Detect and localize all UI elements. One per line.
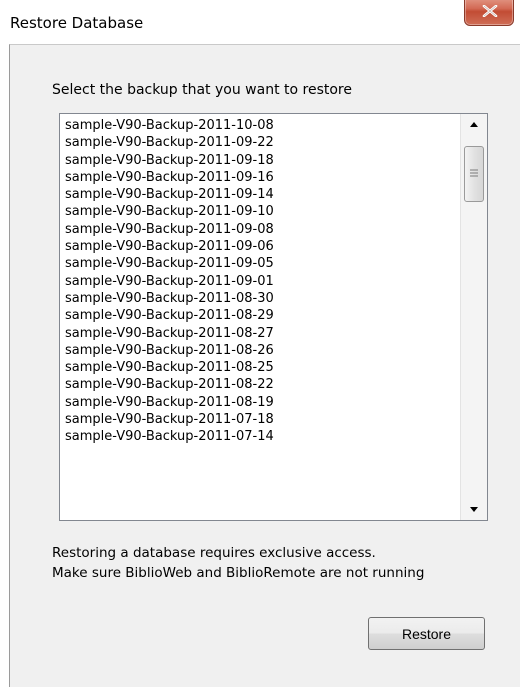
grip-icon — [470, 169, 478, 177]
restore-button[interactable]: Restore — [368, 617, 485, 650]
close-button[interactable] — [464, 0, 514, 26]
backup-list-item[interactable]: sample-V90-Backup-2011-09-14 — [65, 186, 460, 203]
scroll-down-button[interactable] — [461, 500, 487, 520]
scroll-up-button[interactable] — [461, 114, 487, 134]
select-backup-label: Select the backup that you want to resto… — [52, 82, 352, 98]
notice-line-2: Make sure BiblioWeb and BiblioRemote are… — [52, 565, 425, 581]
close-icon — [482, 5, 498, 17]
backup-list-item[interactable]: sample-V90-Backup-2011-08-26 — [65, 342, 460, 359]
arrow-up-icon — [470, 122, 478, 127]
arrow-down-icon — [470, 507, 478, 512]
title-bar[interactable]: Restore Database — [0, 0, 520, 44]
backup-list-items: sample-V90-Backup-2011-10-08 sample-V90-B… — [65, 117, 460, 446]
backup-list-item[interactable]: sample-V90-Backup-2011-10-08 — [65, 117, 460, 134]
backup-list-item[interactable]: sample-V90-Backup-2011-09-06 — [65, 238, 460, 255]
backup-list-item[interactable]: sample-V90-Backup-2011-08-25 — [65, 359, 460, 376]
restore-database-window: Restore Database Select the backup that … — [0, 0, 520, 687]
backup-list-item[interactable]: sample-V90-Backup-2011-08-29 — [65, 307, 460, 324]
list-scrollbar[interactable] — [460, 114, 487, 520]
backup-list-item[interactable]: sample-V90-Backup-2011-07-14 — [65, 428, 460, 445]
backup-list-item[interactable]: sample-V90-Backup-2011-08-22 — [65, 376, 460, 393]
exclusive-access-notice: Restoring a database requires exclusive … — [52, 543, 424, 583]
backup-list-item[interactable]: sample-V90-Backup-2011-09-16 — [65, 169, 460, 186]
backup-list-item[interactable]: sample-V90-Backup-2011-09-22 — [65, 134, 460, 151]
backup-list-item[interactable]: sample-V90-Backup-2011-09-05 — [65, 255, 460, 272]
backup-list-item[interactable]: sample-V90-Backup-2011-08-19 — [65, 394, 460, 411]
backup-list-item[interactable]: sample-V90-Backup-2011-09-10 — [65, 203, 460, 220]
window-frame-left — [0, 44, 9, 687]
notice-line-1: Restoring a database requires exclusive … — [52, 545, 376, 561]
backup-list-item[interactable]: sample-V90-Backup-2011-09-08 — [65, 221, 460, 238]
backup-list-item[interactable]: sample-V90-Backup-2011-08-30 — [65, 290, 460, 307]
backup-list-item[interactable]: sample-V90-Backup-2011-08-27 — [65, 325, 460, 342]
backup-list-item[interactable]: sample-V90-Backup-2011-07-18 — [65, 411, 460, 428]
backup-list[interactable]: sample-V90-Backup-2011-10-08 sample-V90-B… — [59, 113, 488, 521]
backup-list-item[interactable]: sample-V90-Backup-2011-09-01 — [65, 273, 460, 290]
window-title: Restore Database — [10, 14, 144, 32]
backup-list-item[interactable]: sample-V90-Backup-2011-09-18 — [65, 152, 460, 169]
scroll-thumb[interactable] — [464, 146, 484, 202]
